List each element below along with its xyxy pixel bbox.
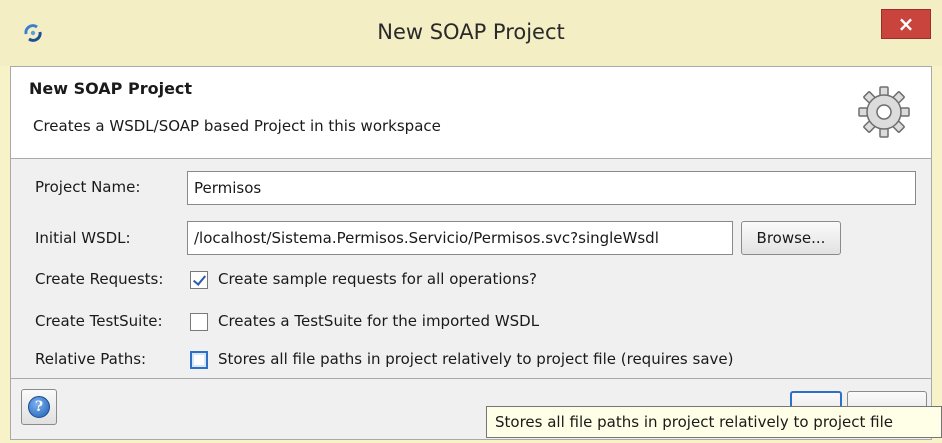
relative-paths-checkbox-label[interactable]: Stores all file paths in project relativ…: [218, 350, 733, 368]
relative-paths-checkbox[interactable]: [190, 351, 208, 369]
relative-paths-label: Relative Paths:: [35, 350, 147, 368]
header-description: Creates a WSDL/SOAP based Project in thi…: [33, 117, 441, 135]
gear-icon: [858, 86, 910, 138]
header-title: New SOAP Project: [29, 79, 193, 98]
dialog-content: New SOAP Project Creates a WSDL/SOAP bas…: [10, 66, 932, 440]
title-bar[interactable]: New SOAP Project ×: [0, 0, 942, 66]
create-requests-checkbox-label[interactable]: Create sample requests for all operation…: [218, 270, 537, 288]
create-requests-label: Create Requests:: [35, 270, 164, 288]
create-testsuite-checkbox-label[interactable]: Creates a TestSuite for the imported WSD…: [218, 312, 539, 330]
browse-button[interactable]: Browse...: [741, 221, 841, 255]
new-soap-project-dialog: New SOAP Project × New SOAP Project Crea…: [0, 0, 942, 443]
create-testsuite-checkbox[interactable]: [190, 313, 208, 331]
help-button[interactable]: ?: [21, 389, 57, 425]
initial-wsdl-input[interactable]: /localhost/Sistema.Permisos.Servicio/Per…: [187, 221, 733, 255]
window-title: New SOAP Project: [377, 20, 565, 44]
help-icon: ?: [28, 396, 50, 418]
relative-paths-tooltip: Stores all file paths in project relativ…: [486, 406, 942, 438]
project-name-input[interactable]: Permisos: [187, 171, 916, 205]
project-name-label: Project Name:: [35, 178, 141, 196]
initial-wsdl-label: Initial WSDL:: [35, 229, 131, 247]
footer-divider: [11, 378, 931, 379]
close-button[interactable]: ×: [881, 9, 931, 39]
close-icon: ×: [897, 12, 915, 36]
create-requests-checkbox[interactable]: [190, 271, 208, 289]
create-testsuite-label: Create TestSuite:: [35, 312, 163, 330]
dialog-header: New SOAP Project Creates a WSDL/SOAP bas…: [11, 67, 931, 159]
